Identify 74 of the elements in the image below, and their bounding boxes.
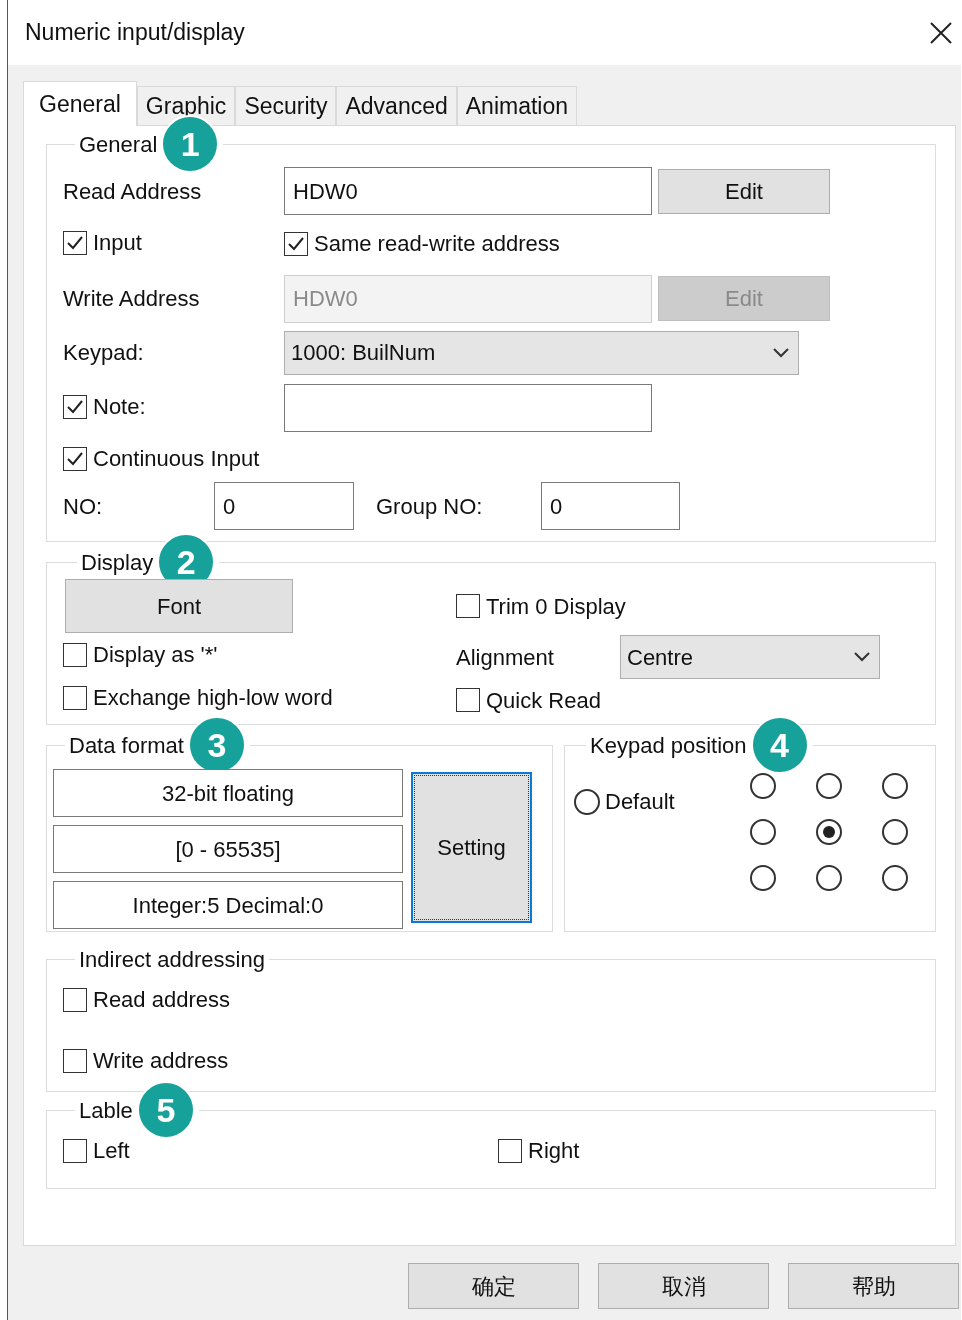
- checkbox[interactable]: [284, 231, 308, 256]
- tab[interactable]: General: [23, 81, 137, 126]
- checkbox-label: Input: [93, 229, 142, 258]
- checkbox[interactable]: [498, 1138, 522, 1163]
- radio-label: Default: [605, 788, 675, 816]
- tab[interactable]: Graphic: [136, 86, 236, 125]
- checkbox[interactable]: [63, 230, 87, 255]
- checkbox-label: Quick Read: [486, 686, 601, 715]
- checkbox[interactable]: [63, 685, 87, 710]
- checkbox[interactable]: [63, 987, 87, 1012]
- radio-button[interactable]: [750, 865, 776, 891]
- group-title: Lable: [79, 1096, 133, 1125]
- text-field[interactable]: [284, 383, 652, 432]
- setting-button[interactable]: Setting: [411, 772, 532, 923]
- tab[interactable]: Advanced: [336, 86, 457, 125]
- dialog-button[interactable]: 取消: [598, 1263, 769, 1309]
- dropdown[interactable]: 1000: BuilNum: [284, 330, 799, 375]
- font-button[interactable]: Font: [65, 579, 293, 633]
- checkbox-label: Trim 0 Display: [486, 592, 626, 621]
- edit-button[interactable]: Edit: [658, 168, 830, 214]
- radio-button[interactable]: [882, 773, 908, 799]
- checkbox-label: Right: [528, 1137, 580, 1165]
- dialog-button[interactable]: 帮助: [788, 1263, 959, 1309]
- radio-button[interactable]: [882, 865, 908, 891]
- checkbox[interactable]: [63, 446, 87, 471]
- group-title: Keypad position: [590, 731, 747, 760]
- dialog-button[interactable]: 确定: [408, 1263, 579, 1309]
- group-title: Display: [81, 548, 154, 577]
- tab[interactable]: Security: [235, 86, 337, 125]
- text-field[interactable]: 0: [214, 482, 354, 530]
- checkbox-label: Continuous Input: [93, 445, 260, 473]
- field-label: Read Address: [63, 177, 203, 206]
- radio-button[interactable]: [816, 773, 842, 799]
- chevron-down-icon: [772, 346, 790, 359]
- radio-button[interactable]: [816, 865, 842, 891]
- format-field: 32-bit floating: [53, 769, 403, 817]
- tab[interactable]: Animation: [456, 86, 578, 125]
- checkbox[interactable]: [63, 394, 87, 419]
- checkbox-label: Exchange high-low word: [93, 684, 333, 713]
- chevron-down-icon: [853, 651, 871, 663]
- text-field[interactable]: HDW0: [284, 167, 652, 215]
- checkbox[interactable]: [63, 642, 87, 667]
- checkbox-label: Same read-write address: [314, 230, 560, 258]
- checkbox[interactable]: [63, 1138, 87, 1163]
- radio-button[interactable]: [574, 788, 600, 815]
- checkbox-label: Note:: [93, 393, 146, 422]
- text-field[interactable]: 0: [541, 482, 680, 530]
- group-title: General: [79, 130, 158, 159]
- checkbox-label: Read address: [93, 986, 230, 1014]
- radio-button[interactable]: [750, 773, 776, 799]
- window-title: Numeric input/display: [25, 18, 245, 48]
- dropdown[interactable]: Centre: [620, 635, 880, 679]
- field-label: Write Address: [63, 285, 201, 313]
- format-field: [0 - 65535]: [53, 825, 403, 873]
- format-field: Integer:5 Decimal:0: [53, 881, 403, 929]
- checkbox[interactable]: [63, 1048, 87, 1073]
- checkbox-label: Write address: [93, 1047, 229, 1075]
- number-badge: 4: [750, 716, 809, 774]
- group-title: Data format: [69, 731, 184, 760]
- close-icon[interactable]: [929, 20, 953, 45]
- field-label: NO:: [63, 492, 104, 521]
- radio-button[interactable]: [882, 819, 908, 845]
- radio-button[interactable]: [816, 819, 842, 845]
- number-badge: 1: [161, 115, 220, 173]
- field-label: Group NO:: [376, 492, 484, 521]
- radio-button[interactable]: [750, 819, 776, 845]
- field-label: Alignment: [456, 643, 555, 672]
- group-title: Indirect addressing: [79, 945, 265, 974]
- checkbox-label: Display as '*': [93, 641, 218, 670]
- checkbox-label: Left: [93, 1137, 130, 1165]
- checkbox[interactable]: [456, 594, 480, 618]
- checkbox[interactable]: [456, 688, 480, 712]
- field-label: Keypad:: [63, 339, 145, 367]
- number-badge: 5: [136, 1081, 195, 1139]
